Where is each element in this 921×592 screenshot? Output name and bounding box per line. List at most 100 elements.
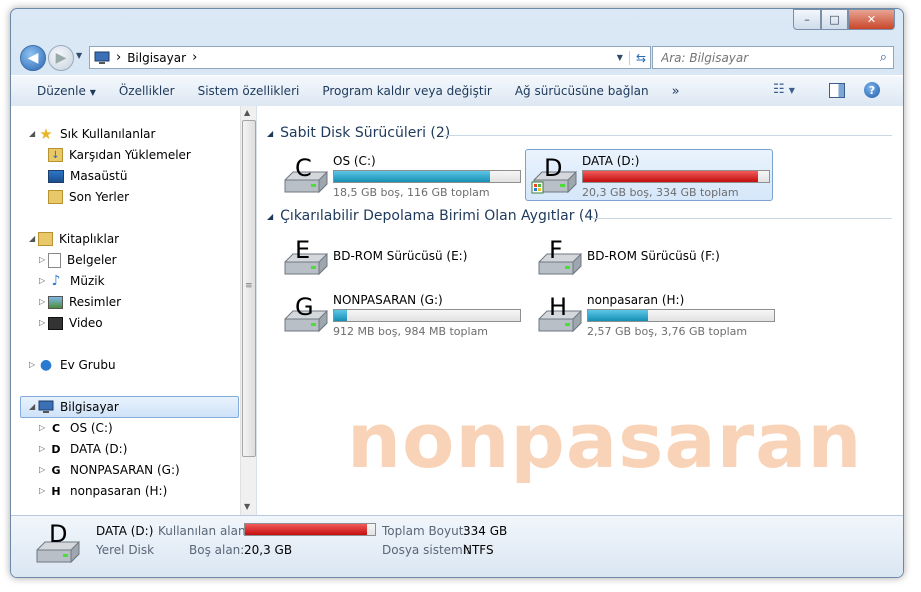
- details-total-label: Toplam Boyut:: [382, 524, 468, 538]
- drive-free-space: 18,5 GB boş, 116 GB toplam: [333, 186, 490, 199]
- organize-button[interactable]: Düzenle ▼: [37, 84, 96, 98]
- documents-icon: [48, 252, 61, 268]
- recent-pages-dropdown-icon[interactable]: ▼: [76, 51, 82, 60]
- drive-name: NONPASARAN (G:): [333, 293, 443, 307]
- nav-item-drive-g-label: NONPASARAN (G:): [70, 463, 180, 477]
- help-icon[interactable]: ?: [864, 82, 880, 98]
- drive-letter: H: [549, 293, 568, 321]
- libraries-collapse-icon[interactable]: ◢: [29, 234, 35, 243]
- drive-tile-g[interactable]: G NONPASARAN (G:) 912 MB boş, 984 MB topla…: [277, 289, 523, 339]
- maximize-button[interactable]: □: [821, 9, 848, 30]
- expand-icon[interactable]: ▷: [39, 486, 45, 495]
- scroll-down-icon[interactable]: ▼: [244, 502, 250, 511]
- address-segment-computer[interactable]: Bilgisayar: [127, 51, 186, 65]
- view-options-icon[interactable]: ☷ ▼: [773, 82, 795, 97]
- drive-icon: C: [51, 421, 61, 435]
- drive-name: OS (C:): [333, 154, 376, 168]
- nav-item-pictures[interactable]: Resimler: [48, 292, 121, 312]
- nav-scrollbar[interactable]: ▲ ≡ ▼: [240, 106, 256, 515]
- expand-icon[interactable]: ▷: [39, 444, 45, 453]
- desktop-icon: [48, 169, 64, 183]
- uninstall-program-button[interactable]: Program kaldır veya değiştir: [322, 84, 492, 98]
- forward-button[interactable]: ▶: [48, 45, 74, 71]
- nav-item-drive-c[interactable]: C OS (C:): [48, 418, 113, 438]
- scroll-up-icon[interactable]: ▲: [244, 108, 250, 117]
- group-divider: [444, 135, 892, 136]
- nav-item-videos[interactable]: Video: [48, 313, 103, 333]
- search-input[interactable]: [659, 49, 873, 66]
- hard-drive-icon: E: [281, 236, 331, 278]
- map-network-drive-button[interactable]: Ağ sürücüsüne bağlan: [515, 84, 649, 98]
- drive-tile-d[interactable]: D DATA (D:) 20,3 GB boş, 334 GB toplam: [525, 149, 773, 201]
- drive-usage-fill: [588, 310, 648, 321]
- nav-item-desktop[interactable]: Masaüstü: [48, 166, 127, 186]
- group-header-removable-label: Çıkarılabilir Depolama Birimi Olan Aygıt…: [280, 208, 599, 224]
- drive-tile-h[interactable]: Hnonpasaran (H:) 2,57 GB boş, 3,76 GB top…: [531, 289, 777, 339]
- expand-icon[interactable]: ▷: [39, 318, 45, 327]
- organize-label: Düzenle: [37, 84, 86, 98]
- nav-item-drive-g[interactable]: G NONPASARAN (G:): [48, 460, 180, 480]
- details-usage-bar: [244, 523, 376, 536]
- scrollbar-thumb[interactable]: ≡: [242, 120, 256, 457]
- downloads-folder-icon: ↓: [48, 148, 63, 162]
- collapse-group-icon[interactable]: ◢: [267, 129, 273, 138]
- minimize-button[interactable]: –: [793, 9, 821, 30]
- group-divider: [593, 218, 892, 219]
- computer-icon: [38, 399, 54, 415]
- expand-icon[interactable]: ▷: [29, 360, 35, 369]
- nav-item-recent-places[interactable]: Son Yerler: [48, 187, 129, 207]
- details-free-value: 20,3 GB: [244, 543, 293, 557]
- expand-icon[interactable]: ▷: [39, 255, 45, 264]
- more-commands-button[interactable]: »: [672, 84, 680, 99]
- drive-name: BD-ROM Sürücüsü (F:): [587, 249, 720, 263]
- drive-tile-e[interactable]: E BD-ROM Sürücüsü (E:): [277, 232, 523, 282]
- group-header-removable[interactable]: ◢ Çıkarılabilir Depolama Birimi Olan Ayg…: [267, 208, 599, 224]
- nav-item-music[interactable]: ♪ Müzik: [48, 271, 105, 291]
- search-box[interactable]: ⌕: [652, 46, 894, 69]
- nav-homegroup[interactable]: ● Ev Grubu: [38, 355, 116, 375]
- explorer-window: – □ ✕ ◀ ▶ ▼ › Bilgisayar › ▼ ⇆ ⌕ Düzenle…: [10, 8, 904, 578]
- nav-libraries[interactable]: Kitaplıklar: [38, 229, 119, 249]
- group-header-hard-disks[interactable]: ◢ Sabit Disk Sürücüleri (2): [267, 125, 450, 141]
- drive-name: nonpasaran (H:): [587, 293, 685, 307]
- nav-item-downloads[interactable]: ↓ Karşıdan Yüklemeler: [48, 145, 191, 165]
- favorites-collapse-icon[interactable]: ◢: [29, 129, 35, 138]
- collapse-group-icon[interactable]: ◢: [267, 212, 273, 221]
- nav-item-drive-d[interactable]: D DATA (D:): [48, 439, 127, 459]
- drive-tile-c[interactable]: C OS (C:) 18,5 GB boş, 116 GB toplam: [277, 150, 523, 200]
- close-button[interactable]: ✕: [848, 9, 895, 30]
- search-icon[interactable]: ⌕: [880, 50, 887, 65]
- drive-icon: H: [51, 484, 61, 498]
- refresh-icon[interactable]: ⇆: [628, 50, 650, 65]
- nav-item-pictures-label: Resimler: [69, 295, 122, 309]
- expand-icon[interactable]: ▷: [39, 276, 45, 285]
- address-dropdown-icon[interactable]: ▼: [617, 53, 623, 62]
- drive-usage-fill: [334, 171, 491, 182]
- hard-drive-icon: D: [530, 154, 580, 196]
- back-button[interactable]: ◀: [20, 45, 46, 71]
- details-free-label: Boş alan:: [189, 543, 245, 557]
- drive-usage-bar: [587, 309, 775, 322]
- nav-computer[interactable]: Bilgisayar: [38, 397, 119, 417]
- nav-item-drive-h[interactable]: H nonpasaran (H:): [48, 481, 167, 501]
- nav-favorites[interactable]: ★ Sık Kullanılanlar: [38, 124, 155, 144]
- nav-item-documents[interactable]: Belgeler: [48, 250, 117, 270]
- details-drive-name: DATA (D:): [96, 524, 154, 538]
- expand-icon[interactable]: ▷: [39, 423, 45, 432]
- computer-collapse-icon[interactable]: ◢: [29, 402, 35, 411]
- system-properties-button[interactable]: Sistem özellikleri: [198, 84, 300, 98]
- expand-icon[interactable]: ▷: [39, 297, 45, 306]
- expand-icon[interactable]: ▷: [39, 465, 45, 474]
- address-bar[interactable]: › Bilgisayar › ▼ ⇆: [89, 46, 651, 69]
- group-header-hard-disks-label: Sabit Disk Sürücüleri (2): [280, 125, 451, 141]
- preview-pane-icon[interactable]: [829, 83, 845, 98]
- star-icon: ★: [39, 125, 53, 143]
- details-used-label: Kullanılan alan:: [158, 524, 250, 538]
- address-separator-end[interactable]: ›: [192, 50, 197, 65]
- details-fs-value: NTFS: [463, 543, 494, 557]
- address-row: ◀ ▶ ▼ › Bilgisayar › ▼ ⇆ ⌕: [11, 43, 903, 73]
- hard-drive-icon: F: [535, 236, 585, 278]
- details-drive-icon: D: [33, 520, 83, 568]
- properties-button[interactable]: Özellikler: [119, 84, 175, 98]
- drive-tile-f[interactable]: F BD-ROM Sürücüsü (F:): [531, 232, 777, 282]
